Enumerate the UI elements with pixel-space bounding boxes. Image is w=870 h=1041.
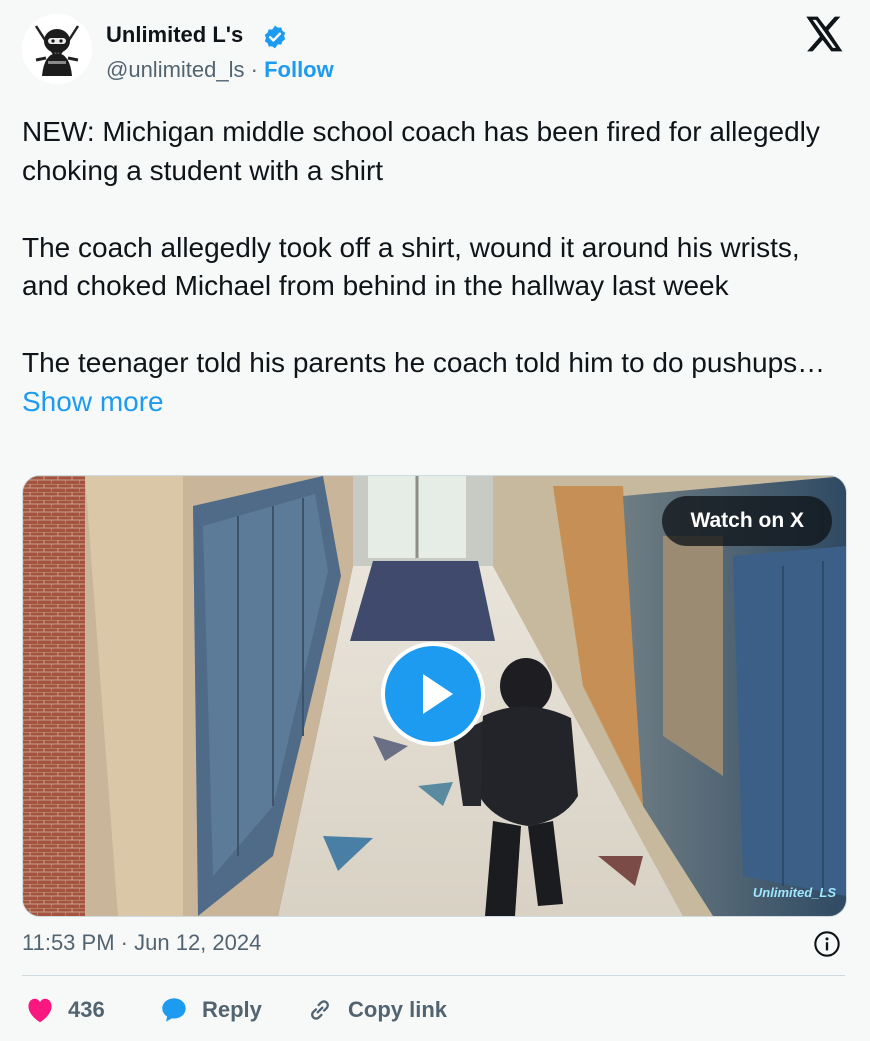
copy-link-label: Copy link — [348, 997, 448, 1022]
handle-row: @unlimited_ls · Follow — [106, 57, 334, 83]
info-icon[interactable] — [813, 930, 841, 958]
reply-button[interactable]: Reply — [160, 990, 262, 1030]
meta-separator: · — [120, 930, 128, 955]
author-handle[interactable]: @unlimited_ls — [106, 57, 245, 82]
link-icon — [311, 1000, 329, 1020]
follow-button[interactable]: Follow — [264, 57, 334, 82]
tweet-paragraph-2: The coach allegedly took off a shirt, wo… — [22, 231, 800, 302]
video-watermark: Unlimited_LS — [752, 885, 836, 900]
tweet-embed: Unlimited L's @unlimited_ls · Follow NEW… — [0, 0, 870, 1041]
tweet-text: NEW: Michigan middle school coach has be… — [22, 113, 852, 421]
show-more-link[interactable]: Show more — [22, 386, 164, 417]
handle-separator: · — [250, 57, 258, 82]
tweet-date: Jun 12, 2024 — [134, 930, 262, 955]
play-button[interactable] — [381, 642, 485, 746]
tweet-timestamp[interactable]: 11:53 PM · Jun 12, 2024 — [22, 930, 261, 956]
verified-badge-icon — [264, 25, 286, 49]
copy-link-button[interactable]: Copy link — [306, 990, 447, 1030]
like-button[interactable]: 436 — [26, 990, 105, 1030]
x-logo-icon[interactable] — [806, 16, 844, 52]
play-icon — [423, 674, 453, 714]
video-player[interactable]: Watch on X Unlimited_LS — [22, 475, 847, 917]
author-name[interactable]: Unlimited L's — [106, 22, 243, 48]
divider — [22, 975, 845, 976]
avatar[interactable] — [22, 14, 92, 84]
watch-on-x-button[interactable]: Watch on X — [662, 496, 832, 546]
like-count: 436 — [68, 997, 105, 1022]
action-bar: 436 Reply Copy link — [22, 990, 845, 1030]
ninja-avatar-icon — [22, 14, 92, 84]
heart-icon — [28, 998, 52, 1023]
tweet-time: 11:53 PM — [22, 930, 115, 955]
reply-bubble-icon — [162, 998, 186, 1022]
tweet-paragraph-1: NEW: Michigan middle school coach has be… — [22, 116, 820, 186]
tweet-paragraph-3: The teenager told his parents he coach t… — [22, 344, 852, 421]
reply-label: Reply — [202, 997, 262, 1022]
tweet-paragraph-3-text: The teenager told his parents he coach t… — [22, 347, 826, 378]
